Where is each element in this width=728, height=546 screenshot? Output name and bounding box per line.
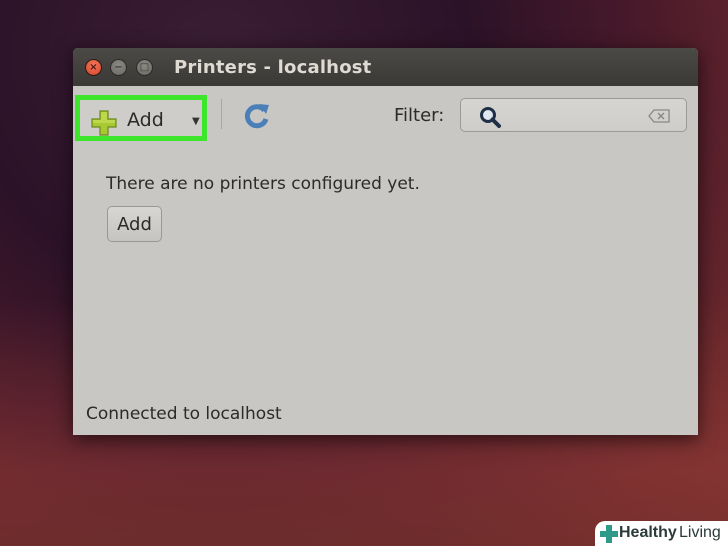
maximize-button[interactable]: □ — [136, 59, 153, 76]
logo-text-healthy: Healthy — [619, 524, 677, 541]
clear-icon[interactable] — [648, 109, 670, 123]
filter-input[interactable] — [460, 98, 687, 132]
add-printer-button[interactable]: Add ▼ — [75, 95, 207, 141]
empty-state-message: There are no printers configured yet. — [106, 174, 420, 194]
maximize-icon: □ — [139, 61, 150, 73]
toolbar-separator — [221, 99, 222, 129]
printers-window: × − □ Printers - localhost Add ▼ Filter: — [73, 48, 698, 435]
close-icon: × — [89, 61, 98, 73]
add-button[interactable]: Add — [107, 206, 162, 242]
status-bar-text: Connected to localhost — [86, 404, 282, 424]
search-icon — [480, 107, 501, 128]
cross-logo-icon — [600, 525, 618, 543]
minimize-button[interactable]: − — [110, 59, 127, 76]
refresh-icon[interactable] — [242, 101, 272, 131]
dropdown-arrow-icon[interactable]: ▼ — [192, 116, 200, 127]
add-printer-label: Add — [127, 109, 164, 131]
plus-icon — [91, 110, 117, 136]
healthy-living-logo: Healthy Living — [595, 521, 728, 546]
filter-label: Filter: — [394, 105, 445, 126]
minimize-icon: − — [114, 61, 123, 73]
toolbar: Add ▼ Filter: — [73, 86, 698, 141]
close-button[interactable]: × — [85, 59, 102, 76]
title-bar[interactable]: × − □ Printers - localhost — [73, 48, 698, 86]
logo-text-living: Living — [679, 524, 721, 541]
window-title: Printers - localhost — [174, 57, 372, 78]
